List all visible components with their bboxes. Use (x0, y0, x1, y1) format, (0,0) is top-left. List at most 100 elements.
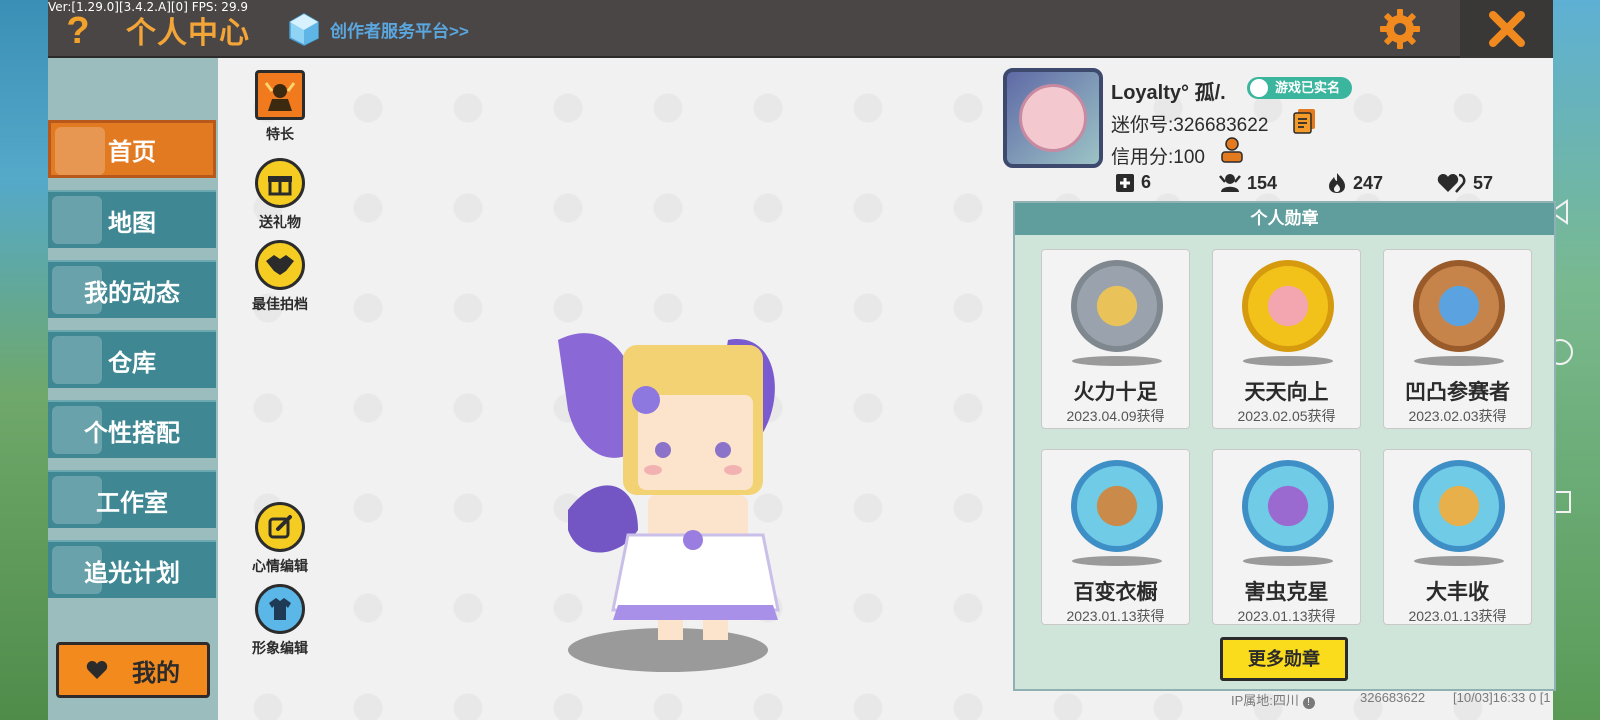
medal-shadow (1072, 556, 1162, 566)
medal-name: 火力十足 (1073, 381, 1158, 404)
partner-label: 最佳拍档 (252, 296, 308, 312)
medal-shadow (1243, 356, 1333, 366)
tree-icon (52, 476, 102, 524)
heart-icon (1437, 173, 1466, 193)
outfit-edit-icon (255, 584, 305, 634)
sidebar-item-label: 我的动态 (84, 279, 180, 307)
mood-edit-button[interactable]: 心情编辑 (230, 502, 330, 576)
creator-platform-label: 创作者服务平台>> (330, 21, 469, 41)
medal-card[interactable]: 火力十足 2023.04.09获得 (1041, 249, 1190, 429)
sidebar-item-home[interactable]: 首页 (48, 120, 216, 178)
followers-count: 154 (1247, 172, 1278, 193)
credit-score: 信用分:100 (1111, 147, 1205, 168)
talent-icon (255, 70, 305, 120)
house-icon (52, 336, 102, 384)
medal-card[interactable]: 大丰收 2023.01.13获得 (1383, 449, 1532, 625)
handshake-icon (255, 240, 305, 290)
verified-badge: 游戏已实名 (1247, 77, 1353, 99)
appearance-label: 形象编辑 (252, 640, 308, 656)
sidebar-item-map[interactable]: 地图 (48, 190, 216, 248)
medal-name: 大丰收 (1426, 581, 1489, 604)
game-background-left (0, 0, 48, 720)
medal-card[interactable]: 凹凸参赛者 2023.02.03获得 (1383, 249, 1532, 429)
medal-icon (1413, 260, 1505, 352)
avatar[interactable] (1003, 68, 1103, 168)
mini-id: 迷你号:326683622 (1111, 115, 1269, 136)
posts-stat[interactable]: 6 (1115, 172, 1151, 193)
talent-label: 特长 (266, 126, 294, 142)
sidebar-item-my-feed[interactable]: 我的动态 (48, 260, 216, 318)
medal-shadow (1414, 556, 1504, 566)
followers-icon (1219, 174, 1241, 192)
settings-gear-icon[interactable] (1378, 7, 1422, 51)
medal-date: 2023.04.09获得 (1066, 408, 1165, 424)
medal-name: 害虫克星 (1244, 581, 1329, 604)
close-button[interactable] (1460, 0, 1553, 58)
info-icon[interactable]: ! (1302, 697, 1315, 709)
map-icon (52, 196, 102, 244)
medal-date: 2023.02.05获得 (1237, 408, 1336, 424)
cube-icon (289, 13, 319, 46)
best-partner-button[interactable]: 最佳拍档 (230, 240, 330, 314)
my-button[interactable]: 我的 (56, 642, 210, 698)
home-icon (55, 127, 105, 175)
medal-card[interactable]: 害虫克星 2023.01.13获得 (1212, 449, 1361, 625)
close-icon (1488, 11, 1525, 47)
help-icon[interactable]: ? (58, 8, 98, 54)
medal-icon (1071, 460, 1163, 552)
medal-shadow (1243, 556, 1333, 566)
send-gift-button[interactable]: 送礼物 (230, 158, 330, 232)
medal-icon (1242, 460, 1334, 552)
appearance-edit-button[interactable]: 形象编辑 (230, 584, 330, 658)
footer-timestamp: [10/03]16:33 0 [1 (1453, 690, 1551, 705)
hot-count: 247 (1353, 172, 1384, 193)
player-name: Loyalty° 孤/. (1111, 82, 1226, 104)
medal-icon (1242, 260, 1334, 352)
medal-date: 2023.01.13获得 (1237, 608, 1336, 624)
gift-icon (255, 158, 305, 208)
medal-shadow (1414, 356, 1504, 366)
followers-stat[interactable]: 154 (1219, 172, 1277, 194)
creator-platform-link[interactable]: 创作者服务平台>> (288, 12, 469, 46)
personal-center-window: Ver:[1.29.0][3.4.2.A][0] FPS: 29.9 ? 个人中… (48, 0, 1556, 720)
sidebar-item-warehouse[interactable]: 仓库 (48, 330, 216, 388)
heart-icon (86, 661, 108, 679)
footer-uid: 326683622 (1360, 690, 1426, 705)
medal-card[interactable]: 百变衣橱 2023.01.13获得 (1041, 449, 1190, 625)
gift-label: 送礼物 (259, 214, 301, 230)
page-title: 个人中心 (126, 17, 250, 50)
player-avatar[interactable] (538, 320, 798, 680)
my-button-label: 我的 (132, 659, 180, 687)
medal-icon (1413, 460, 1505, 552)
credit-person-icon[interactable] (1219, 136, 1245, 164)
copy-icon[interactable] (1293, 108, 1317, 134)
edit-icon (255, 502, 305, 552)
likes-count: 57 (1473, 172, 1494, 193)
ip-location: IP属地:四川 ! (1231, 690, 1315, 709)
medal-date: 2023.01.13获得 (1408, 608, 1507, 624)
medal-shadow (1072, 356, 1162, 366)
ip-location-label: IP属地:四川 (1231, 693, 1299, 708)
more-medals-button[interactable]: 更多勋章 (1220, 637, 1348, 681)
talent-button[interactable]: 特长 (230, 70, 330, 144)
likes-stat[interactable]: 57 (1437, 172, 1493, 194)
medals-panel: 个人勋章 火力十足 2023.04.09获得 天天向上 2023.02.05获得… (1013, 201, 1556, 691)
sidebar-item-light-plan[interactable]: 追光计划 (48, 540, 216, 598)
sidebar-item-label: 追光计划 (84, 559, 180, 587)
hot-stat[interactable]: 247 (1327, 172, 1383, 194)
medal-name: 凹凸参赛者 (1405, 381, 1510, 404)
sidebar-item-label: 仓库 (108, 349, 156, 377)
sidebar-item-studio[interactable]: 工作室 (48, 470, 216, 528)
top-bar: Ver:[1.29.0][3.4.2.A][0] FPS: 29.9 ? 个人中… (48, 0, 1553, 58)
sidebar-item-label: 工作室 (96, 489, 168, 517)
mood-label: 心情编辑 (252, 558, 308, 574)
sidebar-item-outfit[interactable]: 个性搭配 (48, 400, 216, 458)
flame-icon (1329, 173, 1345, 193)
stats-row: 6 154 247 57 (1115, 172, 1515, 198)
medal-date: 2023.01.13获得 (1066, 608, 1165, 624)
medal-icon (1071, 260, 1163, 352)
medal-card[interactable]: 天天向上 2023.02.05获得 (1212, 249, 1361, 429)
avatar-face (1019, 84, 1087, 152)
sidebar: 首页 地图 我的动态 仓库 个性搭配 工作室 追光计划 (48, 58, 218, 720)
user-verified-icon (1250, 79, 1268, 97)
